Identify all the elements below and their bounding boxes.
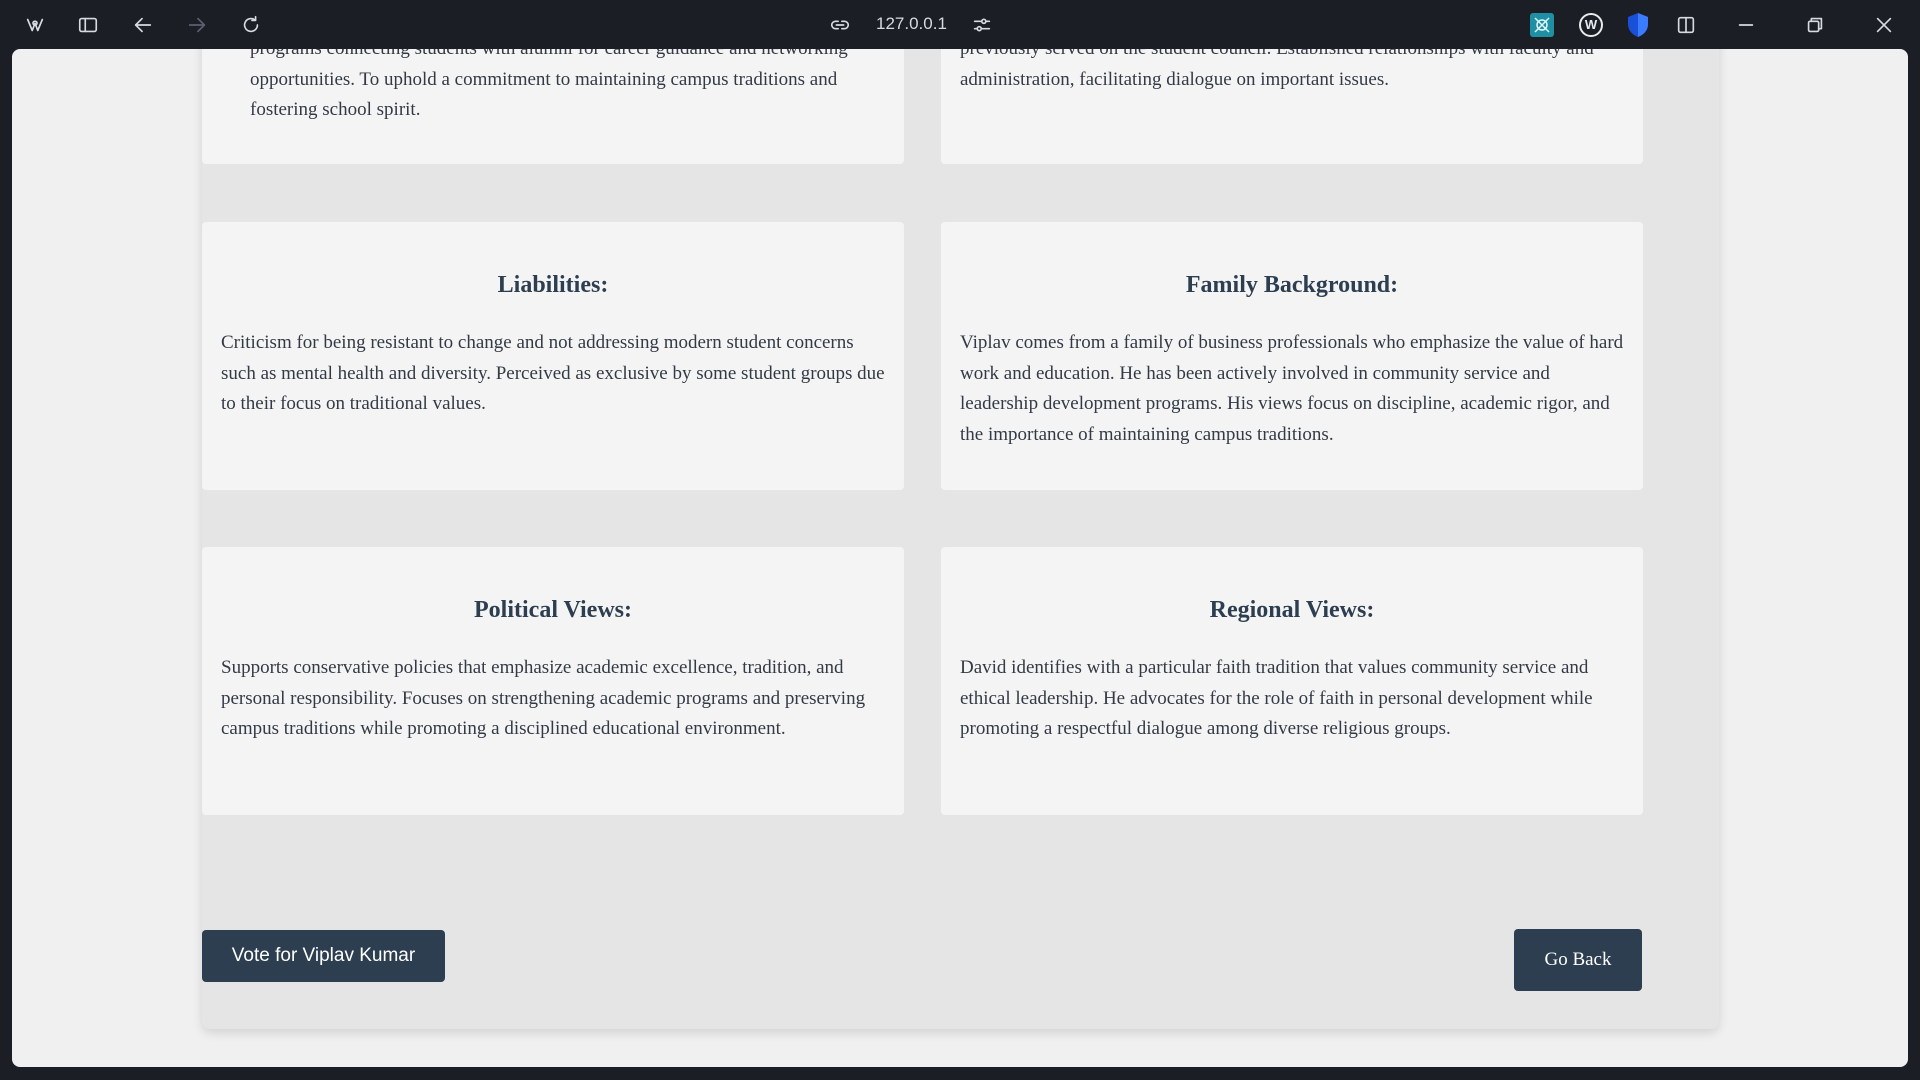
card-top-left-text: programs connecting students with alumni… — [250, 49, 848, 120]
close-icon[interactable] — [1871, 12, 1897, 38]
sidebar-toggle-icon[interactable] — [75, 12, 101, 38]
card-top-left: programs connecting students with alumni… — [202, 49, 904, 164]
extension-w-icon[interactable]: W — [1579, 13, 1603, 37]
extension-teal-icon[interactable] — [1530, 13, 1554, 37]
family-background-text: Viplav comes from a family of business p… — [960, 332, 1624, 445]
card-liabilities: Liabilities: Criticism for being resista… — [202, 222, 904, 490]
forward-arrow-icon[interactable] — [184, 12, 210, 38]
minimize-icon[interactable] — [1733, 12, 1759, 38]
reload-icon[interactable] — [238, 12, 264, 38]
split-view-icon[interactable] — [1673, 12, 1699, 38]
card-family-background: Family Background: Viplav comes from a f… — [941, 222, 1643, 490]
liabilities-text: Criticism for being resistant to change … — [221, 332, 885, 414]
restore-icon[interactable] — [1802, 12, 1828, 38]
political-views-text: Supports conservative policies that emph… — [221, 657, 866, 739]
liabilities-heading: Liabilities: — [497, 272, 609, 298]
page-viewport: programs connecting students with alumni… — [12, 49, 1908, 1067]
card-political-views: Political Views: Supports conservative p… — [202, 547, 904, 815]
back-arrow-icon[interactable] — [130, 12, 156, 38]
go-back-button[interactable]: Go Back — [1514, 929, 1642, 991]
browser-logo-icon[interactable] — [22, 12, 48, 38]
shield-icon[interactable] — [1627, 12, 1649, 38]
card-top-right: previously served on the student council… — [941, 49, 1643, 164]
family-background-heading: Family Background: — [1185, 272, 1399, 298]
card-regional-views: Regional Views: David identifies with a … — [941, 547, 1643, 815]
political-views-heading: Political Views: — [474, 597, 632, 623]
regional-views-text: David identifies with a particular faith… — [960, 657, 1593, 739]
link-icon[interactable] — [827, 12, 853, 38]
vote-button[interactable]: Vote for Viplav Kumar — [202, 930, 445, 982]
card-top-right-text: previously served on the student council… — [960, 49, 1594, 90]
browser-toolbar: 127.0.0.1 W — [0, 0, 1920, 49]
address-bar[interactable]: 127.0.0.1 — [876, 14, 947, 34]
site-settings-icon[interactable] — [969, 12, 995, 38]
regional-views-heading: Regional Views: — [1209, 597, 1375, 623]
candidate-panel: programs connecting students with alumni… — [202, 49, 1719, 1029]
